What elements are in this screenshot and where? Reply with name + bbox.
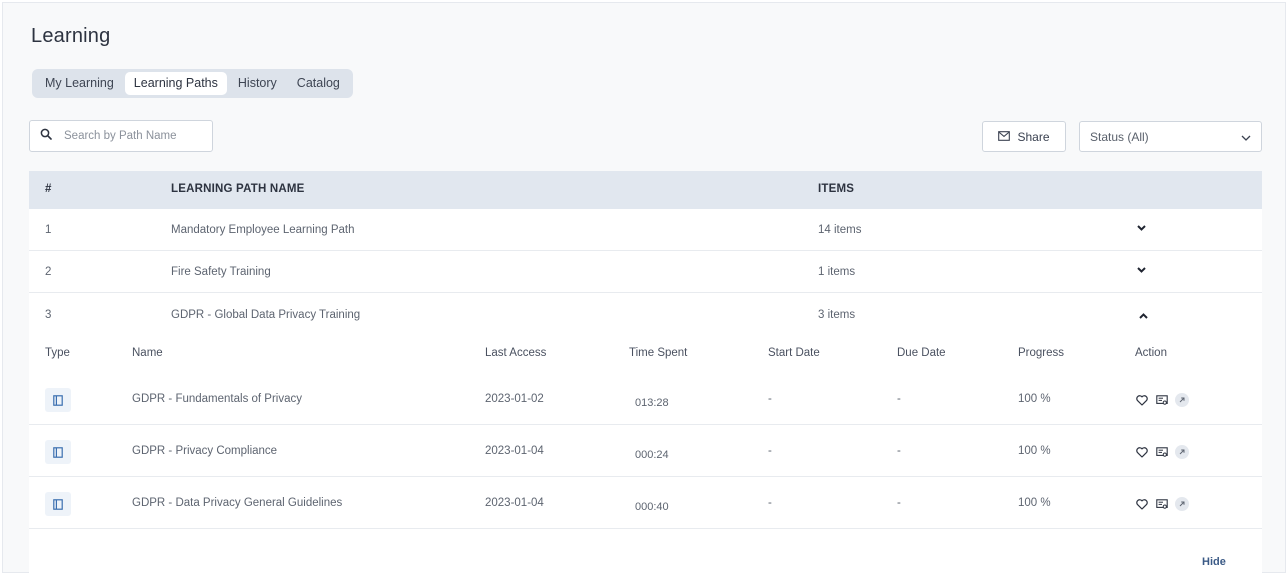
- certificate-icon[interactable]: [1155, 393, 1169, 407]
- row-items-count: 1 items: [818, 266, 856, 278]
- detail-row: GDPR - Privacy Compliance 2023-01-04 000…: [29, 425, 1262, 477]
- column-header-index: #: [45, 183, 52, 195]
- detail-time-spent: 013:28: [635, 397, 669, 409]
- detail-start-date: -: [768, 497, 772, 509]
- open-link-icon[interactable]: [1175, 497, 1189, 511]
- mail-icon: [998, 130, 1011, 144]
- detail-progress: 100 %: [1018, 445, 1051, 457]
- tab-learning-paths[interactable]: Learning Paths: [124, 72, 227, 95]
- detail-header-due-date: Due Date: [897, 347, 946, 359]
- detail-due-date: -: [897, 393, 901, 405]
- chevron-up-icon[interactable]: [1139, 310, 1148, 322]
- detail-last-access: 2023-01-02: [485, 393, 544, 405]
- row-path-name: Fire Safety Training: [171, 266, 271, 278]
- table-row-expanded[interactable]: 3 GDPR - Global Data Privacy Training 3 …: [29, 294, 1262, 336]
- detail-time-spent: 000:40: [635, 501, 669, 513]
- column-header-items: ITEMS: [818, 183, 855, 195]
- course-type-icon: [45, 388, 71, 412]
- share-label: Share: [1017, 129, 1050, 144]
- heart-icon[interactable]: [1135, 393, 1149, 407]
- certificate-icon[interactable]: [1155, 497, 1169, 511]
- search-icon: [40, 127, 52, 145]
- column-header-name: LEARNING PATH NAME: [171, 183, 305, 195]
- page-title: Learning: [31, 25, 111, 47]
- detail-progress: 100 %: [1018, 393, 1051, 405]
- course-type-icon: [45, 440, 71, 464]
- status-filter-value: Status (All): [1090, 129, 1149, 144]
- table-row[interactable]: 2 Fire Safety Training 1 items: [29, 251, 1262, 293]
- search-box: [29, 120, 213, 152]
- row-actions: [1135, 445, 1189, 459]
- detail-due-date: -: [897, 445, 901, 457]
- detail-start-date: -: [768, 393, 772, 405]
- detail-course-name[interactable]: GDPR - Privacy Compliance: [132, 445, 277, 457]
- detail-time-spent: 000:24: [635, 449, 669, 461]
- detail-course-name[interactable]: GDPR - Fundamentals of Privacy: [132, 393, 302, 405]
- detail-header-progress: Progress: [1018, 347, 1065, 359]
- open-link-icon[interactable]: [1175, 445, 1189, 459]
- chevron-down-icon: [1241, 130, 1251, 144]
- row-path-name: Mandatory Employee Learning Path: [171, 224, 355, 236]
- status-filter-select[interactable]: Status (All): [1079, 121, 1262, 152]
- detail-start-date: -: [768, 445, 772, 457]
- hide-details-link[interactable]: Hide: [1202, 556, 1226, 568]
- tab-bar: My Learning Learning Paths History Catal…: [32, 69, 353, 98]
- detail-course-name[interactable]: GDPR - Data Privacy General Guidelines: [132, 497, 342, 509]
- row-actions: [1135, 497, 1189, 511]
- detail-last-access: 2023-01-04: [485, 445, 544, 457]
- row-index: 3: [45, 309, 52, 321]
- detail-header-action: Action: [1135, 347, 1167, 359]
- detail-header-start-date: Start Date: [768, 347, 820, 359]
- heart-icon[interactable]: [1135, 497, 1149, 511]
- detail-row: GDPR - Fundamentals of Privacy 2023-01-0…: [29, 373, 1262, 425]
- chevron-down-icon[interactable]: [1137, 222, 1146, 234]
- detail-header-time-spent: Time Spent: [629, 347, 688, 359]
- table-header: # LEARNING PATH NAME ITEMS: [29, 171, 1262, 209]
- open-link-icon[interactable]: [1175, 393, 1189, 407]
- course-type-icon: [45, 492, 71, 516]
- detail-table-header: Type Name Last Access Time Spent Start D…: [29, 347, 1262, 367]
- detail-header-name: Name: [132, 347, 163, 359]
- search-input[interactable]: [64, 130, 204, 142]
- row-items-count: 14 items: [818, 224, 862, 236]
- table-row[interactable]: 1 Mandatory Employee Learning Path 14 it…: [29, 209, 1262, 251]
- detail-header-last-access: Last Access: [485, 347, 547, 359]
- learning-paths-table: # LEARNING PATH NAME ITEMS 1 Mandatory E…: [29, 171, 1262, 573]
- detail-last-access: 2023-01-04: [485, 497, 544, 509]
- tab-catalog[interactable]: Catalog: [288, 72, 349, 95]
- row-actions: [1135, 393, 1189, 407]
- row-items-count: 3 items: [818, 309, 856, 321]
- row-index: 2: [45, 266, 52, 278]
- chevron-down-icon[interactable]: [1137, 264, 1146, 276]
- detail-row: GDPR - Data Privacy General Guidelines 2…: [29, 477, 1262, 529]
- detail-progress: 100 %: [1018, 497, 1051, 509]
- heart-icon[interactable]: [1135, 445, 1149, 459]
- detail-due-date: -: [897, 497, 901, 509]
- share-button[interactable]: Share: [982, 121, 1066, 152]
- tab-my-learning[interactable]: My Learning: [36, 72, 123, 95]
- tab-history[interactable]: History: [229, 72, 286, 95]
- certificate-icon[interactable]: [1155, 445, 1169, 459]
- row-path-name: GDPR - Global Data Privacy Training: [171, 309, 361, 321]
- row-index: 1: [45, 224, 52, 236]
- detail-header-type: Type: [45, 347, 70, 359]
